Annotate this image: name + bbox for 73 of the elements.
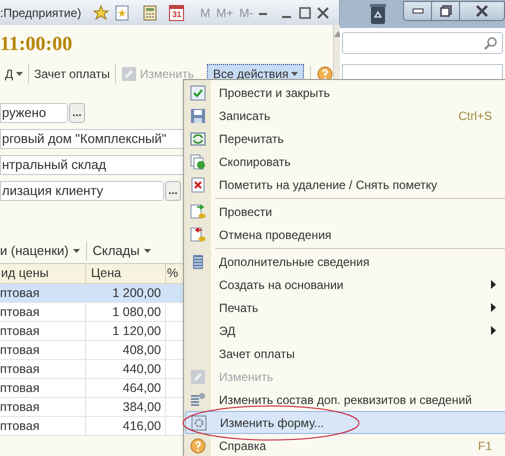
column-header[interactable]: ид цены bbox=[0, 264, 86, 283]
bookmark-icon[interactable] bbox=[115, 4, 130, 20]
table-cell: 464,00 bbox=[86, 379, 166, 397]
recycle-bin-icon[interactable] bbox=[368, 3, 388, 25]
table-cell: птовая bbox=[0, 303, 86, 321]
toolbar-button[interactable]: Зачет оплаты bbox=[28, 64, 115, 84]
calculator-icon[interactable] bbox=[143, 4, 158, 20]
table-cell: 440,00 bbox=[86, 360, 166, 378]
star-icon[interactable] bbox=[93, 4, 110, 20]
pencil-icon bbox=[120, 66, 137, 82]
submenu-arrow-icon bbox=[491, 280, 496, 289]
submenu-arrow-icon bbox=[491, 303, 496, 312]
search-field[interactable] bbox=[342, 32, 503, 54]
caret-icon bbox=[72, 249, 80, 253]
restore-button[interactable] bbox=[432, 2, 460, 20]
document-coins-icon bbox=[190, 204, 206, 220]
menu-item[interactable]: Провести bbox=[185, 200, 505, 223]
column-header[interactable]: Цена bbox=[86, 264, 166, 283]
submenu-arrow-icon bbox=[491, 326, 496, 335]
caret-icon bbox=[291, 72, 298, 76]
close-icon[interactable] bbox=[317, 6, 330, 18]
pencil-icon bbox=[190, 368, 206, 384]
input-field[interactable]: лизация клиенту bbox=[0, 181, 164, 201]
caret-icon bbox=[144, 249, 151, 253]
shortcut-label: Ctrl+S bbox=[458, 108, 492, 124]
copy-icon bbox=[190, 154, 206, 170]
table-cell: птовая bbox=[0, 417, 86, 435]
table-cell: 1 200,00 bbox=[86, 284, 166, 302]
shortcut-label: F1 bbox=[478, 438, 492, 454]
help-icon bbox=[190, 438, 206, 454]
window-title: :Предприятие) bbox=[0, 4, 82, 22]
table-cell: птовая bbox=[0, 360, 86, 378]
dropdown-button[interactable]: Склады bbox=[86, 241, 157, 261]
calendar-icon[interactable]: 31 bbox=[169, 4, 184, 20]
restore-icon bbox=[440, 5, 452, 17]
table-cell: 416,00 bbox=[86, 417, 166, 435]
menu-item[interactable]: Пометить на удаление / Снять пометку bbox=[185, 173, 505, 196]
settings-icon bbox=[191, 414, 207, 430]
choice-button[interactable]: ... bbox=[69, 103, 85, 123]
refresh-icon bbox=[190, 130, 206, 146]
menu-item[interactable]: Записать Ctrl+S bbox=[185, 104, 505, 127]
maximize-icon[interactable] bbox=[299, 6, 312, 18]
table-cell: птовая bbox=[0, 341, 86, 359]
dropdown-button[interactable]: Д bbox=[0, 64, 28, 84]
table-cell: птовая bbox=[0, 322, 86, 340]
table-cell: птовая bbox=[0, 284, 86, 302]
table-cell: 384,00 bbox=[86, 398, 166, 416]
table-cell: птовая bbox=[0, 398, 86, 416]
close-icon bbox=[476, 5, 488, 17]
menu-item[interactable]: Изменить форму... bbox=[185, 411, 505, 434]
choice-button[interactable]: ... bbox=[165, 181, 181, 201]
menu-item[interactable]: Справка F1 bbox=[185, 434, 505, 456]
checkmark-icon bbox=[190, 84, 206, 100]
document-time: 11:00:00 bbox=[0, 32, 72, 57]
menu-item[interactable]: Провести и закрыть bbox=[185, 81, 505, 104]
table-cell: 1 080,00 bbox=[86, 303, 166, 321]
save-icon bbox=[190, 108, 206, 124]
table-cell: 1 120,00 bbox=[86, 322, 166, 340]
document-coins-icon bbox=[190, 226, 206, 242]
search-icon[interactable] bbox=[484, 36, 498, 50]
close-button[interactable] bbox=[460, 2, 504, 20]
dropdown-button[interactable]: и (наценки) bbox=[0, 241, 86, 261]
delete-icon bbox=[190, 176, 206, 192]
minimize-icon bbox=[412, 8, 424, 14]
caret-icon bbox=[16, 72, 24, 76]
input-field[interactable]: ружено bbox=[0, 103, 68, 123]
table-cell: 408,00 bbox=[86, 341, 166, 359]
table-cell: птовая bbox=[0, 379, 86, 397]
settings-list-icon bbox=[190, 392, 206, 408]
list-icon bbox=[190, 254, 206, 270]
menu-item[interactable]: Дополнительные сведения bbox=[185, 250, 505, 273]
menu-item[interactable]: Отмена проведения bbox=[185, 223, 505, 246]
minimize-button[interactable] bbox=[404, 2, 432, 20]
